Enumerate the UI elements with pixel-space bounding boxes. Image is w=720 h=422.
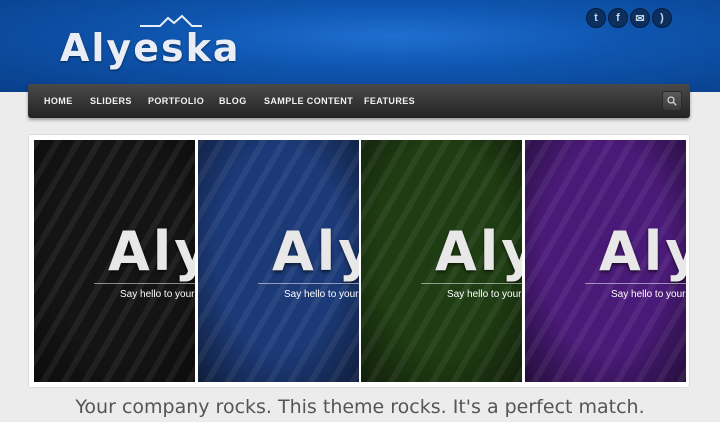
nav-item-features[interactable]: FEATURES [364, 96, 415, 106]
main-nav: HOME SLIDERS PORTFOLIO BLOG SAMPLE CONTE… [28, 84, 690, 118]
rss-icon[interactable]: ) [652, 8, 672, 28]
nav-item-sample-content[interactable]: SAMPLE CONTENT [264, 96, 353, 106]
site-header: Alyeska t f ✉ ) [0, 0, 720, 92]
nav-item-portfolio[interactable]: PORTFOLIO [148, 96, 204, 106]
slider-panel[interactable]: Alyeska Say hello to your [361, 140, 522, 382]
divider [585, 283, 686, 284]
slider-panel[interactable]: Alyeska Say hello to your [525, 140, 686, 382]
search-icon [667, 96, 677, 106]
panel-brand-text: Alyeska [272, 220, 359, 283]
nav-item-sliders[interactable]: SLIDERS [90, 96, 132, 106]
panel-tagline: Say hello to your [611, 289, 686, 300]
slider-panel[interactable]: Alyeska Say hello to your [34, 140, 195, 382]
panel-tagline: Say hello to your [447, 289, 522, 300]
search-button[interactable] [662, 91, 682, 111]
nav-item-blog[interactable]: BLOG [219, 96, 247, 106]
panel-brand-text: Alyeska [108, 220, 195, 283]
logo-text: Alyeska [60, 26, 241, 70]
panel-brand-text: Alyeska [599, 220, 686, 283]
mail-icon[interactable]: ✉ [630, 8, 650, 28]
site-logo[interactable]: Alyeska [60, 14, 239, 74]
divider [421, 283, 522, 284]
panel-brand-text: Alyeska [435, 220, 522, 283]
panel-tagline: Say hello to your [284, 289, 359, 300]
social-links: t f ✉ ) [586, 8, 672, 28]
nav-item-home[interactable]: HOME [44, 96, 73, 106]
divider [258, 283, 359, 284]
divider [94, 283, 195, 284]
facebook-icon[interactable]: f [608, 8, 628, 28]
site-tagline: Your company rocks. This theme rocks. It… [75, 396, 645, 418]
slider-panel[interactable]: Alyeska Say hello to your [198, 140, 359, 382]
twitter-icon[interactable]: t [586, 8, 606, 28]
panel-tagline: Say hello to your [120, 289, 195, 300]
